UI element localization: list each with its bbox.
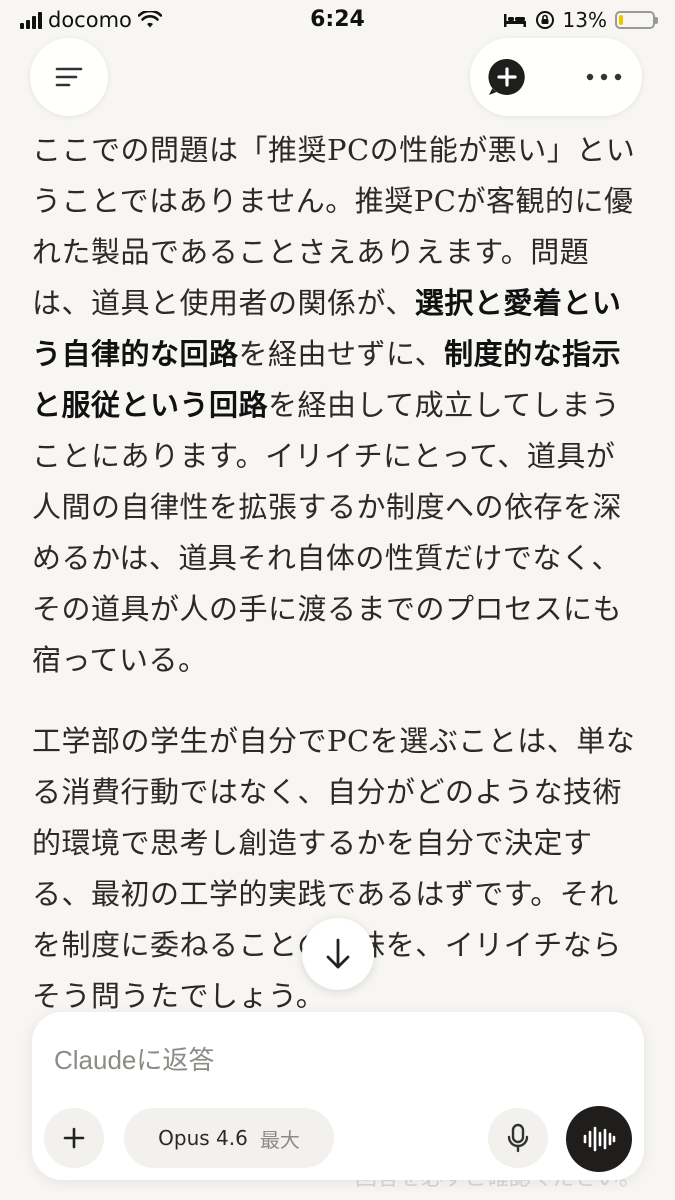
orientation-lock-icon [535, 11, 554, 29]
composer: Claudeに返答 Opus 4.6 最大 [32, 1012, 644, 1180]
mic-button[interactable] [488, 1108, 548, 1168]
bed-icon [503, 14, 526, 27]
arrow-down-icon [326, 938, 350, 969]
model-selector[interactable]: Opus 4.6 最大 [124, 1108, 334, 1168]
new-chat-icon[interactable] [486, 56, 528, 98]
mic-icon [507, 1123, 529, 1153]
voice-wave-icon [583, 1126, 616, 1152]
battery-percent: 13% [562, 8, 607, 32]
plus-icon [63, 1127, 85, 1149]
top-actions [470, 38, 642, 116]
text-run: を経由せずに、 [238, 337, 445, 371]
menu-icon [55, 67, 83, 87]
status-bar: docomo 6:24 13% [0, 0, 675, 40]
battery-fill [619, 15, 623, 25]
voice-mode-button[interactable] [566, 1106, 632, 1172]
text-run: を経由して成立してしまうことにあります。イリイチにとって、道具が人間の自律性を拡… [32, 388, 623, 677]
model-name: Opus 4.6 [158, 1126, 248, 1150]
assistant-message: ここでの問題は「推奨PCの性能が悪い」ということではありません。推奨PCが客観的… [32, 125, 644, 1052]
attach-button[interactable] [44, 1108, 104, 1168]
battery-icon [615, 11, 658, 29]
scroll-down-button[interactable] [302, 918, 374, 990]
menu-button[interactable] [30, 38, 108, 116]
message-paragraph: ここでの問題は「推奨PCの性能が悪い」ということではありません。推奨PCが客観的… [32, 125, 644, 686]
more-icon[interactable] [582, 69, 626, 85]
status-right: 13% [503, 8, 658, 32]
reply-input[interactable]: Claudeに返答 [54, 1040, 214, 1077]
model-tier: 最大 [259, 1127, 300, 1152]
